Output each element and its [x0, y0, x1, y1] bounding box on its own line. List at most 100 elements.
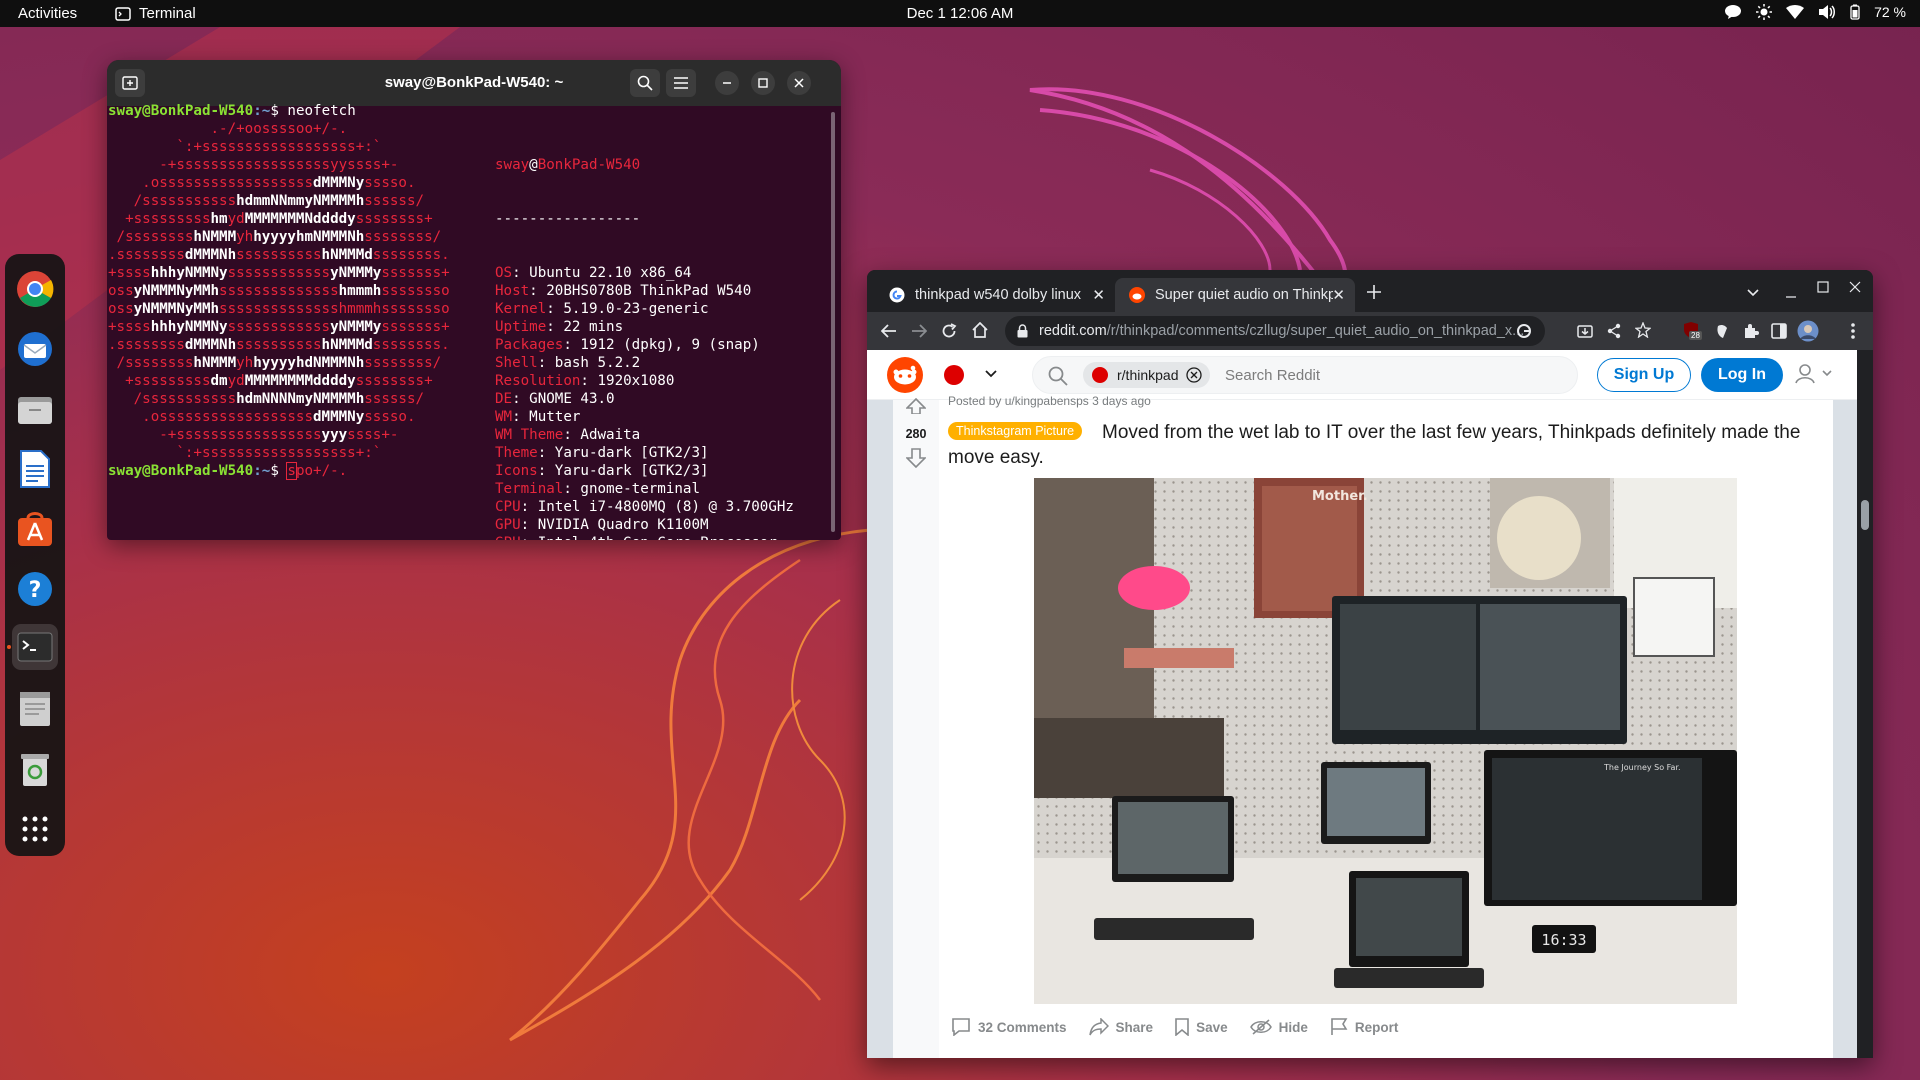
info-line: WM Theme: Adwaita [495, 426, 794, 444]
dock-writer[interactable] [12, 446, 58, 492]
info-host: BonkPad-W540 [537, 157, 641, 173]
post-title[interactable]: Moved from the wet lab to IT over the la… [948, 420, 1828, 470]
reddit-logo-icon[interactable] [887, 357, 923, 393]
ascii-segment: hdmNNNNmyNMMMMh [236, 391, 365, 407]
ascii-segment: yd [227, 373, 245, 389]
info-line: Theme: Yaru-dark [GTK2/3] [495, 444, 794, 462]
close-button[interactable] [787, 71, 811, 95]
tab-reddit[interactable]: Super quiet audio on Thinkpad ✕ [1115, 278, 1355, 312]
ascii-segment: hNMMMd [321, 247, 373, 263]
system-tray[interactable]: 72 % [1724, 4, 1906, 20]
back-icon[interactable] [881, 324, 897, 338]
extensions-puzzle-icon[interactable] [1743, 323, 1759, 339]
post-card[interactable]: 280 Posted by u/kingpabensps 3 days ago … [893, 394, 1833, 1058]
user-menu[interactable] [1795, 363, 1835, 390]
info-value: : NVIDIA Quadro K1100M [520, 517, 709, 533]
google-lens-icon[interactable] [1517, 324, 1531, 338]
dock-help[interactable]: ? [12, 566, 58, 612]
reddit-page[interactable]: r/thinkpad Search Reddit Sign Up Log In … [867, 350, 1857, 1058]
ascii-segment: ssssss/ [364, 391, 425, 407]
forward-icon[interactable] [911, 324, 927, 338]
page-scroll-thumb[interactable] [1861, 500, 1869, 530]
info-line: Host: 20BHS0780B ThinkPad W540 [495, 282, 794, 300]
dock-files[interactable] [12, 386, 58, 432]
share-button[interactable]: Share [1088, 1018, 1153, 1036]
browser-close-button[interactable] [1849, 280, 1861, 298]
save-button[interactable]: Save [1175, 1018, 1228, 1036]
kebab-menu-icon[interactable] [1851, 323, 1855, 339]
tab-close-icon[interactable]: ✕ [1092, 286, 1105, 304]
ascii-segment: .ssssssss [108, 337, 185, 353]
chevron-down-icon[interactable] [985, 370, 997, 378]
reddit-search-box[interactable]: r/thinkpad Search Reddit [1032, 356, 1578, 394]
dock-trash[interactable] [12, 746, 58, 792]
search-placeholder: Search Reddit [1225, 367, 1321, 384]
info-value: : 1920x1080 [580, 373, 675, 389]
minimize-button[interactable] [715, 71, 739, 95]
prompt-user: sway@BonkPad-W540 [108, 103, 254, 119]
post-image[interactable]: 16:33 Mother. The Journey So Far. [1034, 478, 1737, 1004]
install-app-icon[interactable] [1577, 323, 1593, 339]
bookmark-star-icon[interactable] [1635, 322, 1651, 338]
ascii-segment: +ssss [108, 265, 151, 281]
downvote-icon[interactable] [906, 448, 926, 468]
ascii-line: `:+ssssssssssssssssss+:` [108, 444, 450, 462]
posted-by[interactable]: Posted by u/kingpabensps 3 days ago [948, 394, 1151, 408]
ascii-segment: .ssssssss [108, 247, 185, 263]
terminal-output[interactable]: sway@BonkPad-W540:~$ neofetch .-/+oossss… [107, 103, 841, 540]
home-icon[interactable] [971, 322, 989, 338]
info-key: Resolution [495, 373, 581, 389]
dock-show-apps[interactable] [12, 806, 58, 852]
comments-label: 32 Comments [978, 1019, 1067, 1035]
community-selector[interactable] [943, 364, 965, 391]
ascii-segment: `:+ssssssssssssssssss+:` [108, 139, 382, 155]
clear-chip-icon[interactable] [1186, 367, 1203, 383]
tab-google-search[interactable]: thinkpad w540 dolby linux ✕ [875, 278, 1115, 312]
upvote-icon[interactable] [906, 398, 926, 414]
report-button[interactable]: Report [1330, 1018, 1398, 1036]
info-value: : 20BHS0780B ThinkPad W540 [529, 283, 752, 299]
maximize-icon [758, 78, 768, 88]
ascii-line: /sssssssshNMMMyhhyyyyhdNMMMNhssssssss/ [108, 354, 450, 372]
terminal-window[interactable]: sway@BonkPad-W540: ~ sway@BonkPad-W540:~… [107, 60, 841, 540]
prompt-line[interactable]: sway@BonkPad-W540:~$ spo+/-. [108, 462, 347, 480]
profile-avatar[interactable] [1797, 320, 1819, 342]
reload-icon[interactable] [941, 323, 957, 339]
share-icon[interactable] [1607, 323, 1621, 339]
dock-thunderbird[interactable] [12, 326, 58, 372]
subreddit-filter-chip[interactable]: r/thinkpad [1083, 362, 1211, 388]
terminal-scrollbar[interactable] [831, 112, 835, 532]
dock-terminal[interactable] [12, 624, 58, 670]
maximize-button[interactable] [751, 71, 775, 95]
dock-text-editor[interactable] [12, 686, 58, 732]
ascii-segment: .ossssssssssssssssss [108, 175, 313, 191]
search-button[interactable] [630, 69, 660, 97]
ascii-segment: sssssss+ [381, 319, 450, 335]
ascii-segment: hyyyyhdNMMMNh [253, 355, 365, 371]
info-value: : Mutter [512, 409, 581, 425]
tab-search-button[interactable] [1747, 284, 1759, 302]
address-bar[interactable]: reddit.com/r/thinkpad/comments/czllug/su… [1005, 316, 1545, 346]
log-in-button[interactable]: Log In [1701, 358, 1783, 392]
sign-up-button[interactable]: Sign Up [1597, 358, 1691, 392]
browser-window[interactable]: thinkpad w540 dolby linux ✕ Super quiet … [867, 270, 1873, 1058]
comments-button[interactable]: 32 Comments [951, 1018, 1067, 1036]
clock[interactable]: Dec 1 12:06 AM [0, 5, 1920, 22]
tab-label: thinkpad w540 dolby linux [915, 287, 1082, 303]
ascii-segment: yd [227, 211, 245, 227]
tab-close-icon[interactable]: ✕ [1332, 286, 1345, 304]
menu-button[interactable] [666, 69, 696, 97]
browser-maximize-button[interactable] [1817, 280, 1829, 298]
hide-button[interactable]: Hide [1249, 1019, 1308, 1035]
share-icon [1088, 1018, 1109, 1036]
info-line: Icons: Yaru-dark [GTK2/3] [495, 462, 794, 480]
terminal-titlebar[interactable]: sway@BonkPad-W540: ~ [107, 60, 841, 106]
dock-app-center[interactable] [12, 506, 58, 552]
browser-minimize-button[interactable] [1785, 286, 1797, 304]
side-panel-icon[interactable] [1771, 323, 1787, 339]
new-tab-button[interactable] [1367, 282, 1381, 305]
page-scrollbar[interactable] [1857, 350, 1873, 1058]
ublock-extension[interactable]: 28 [1683, 321, 1702, 344]
dock-chrome[interactable] [12, 266, 58, 312]
extension-icon[interactable] [1715, 323, 1731, 339]
